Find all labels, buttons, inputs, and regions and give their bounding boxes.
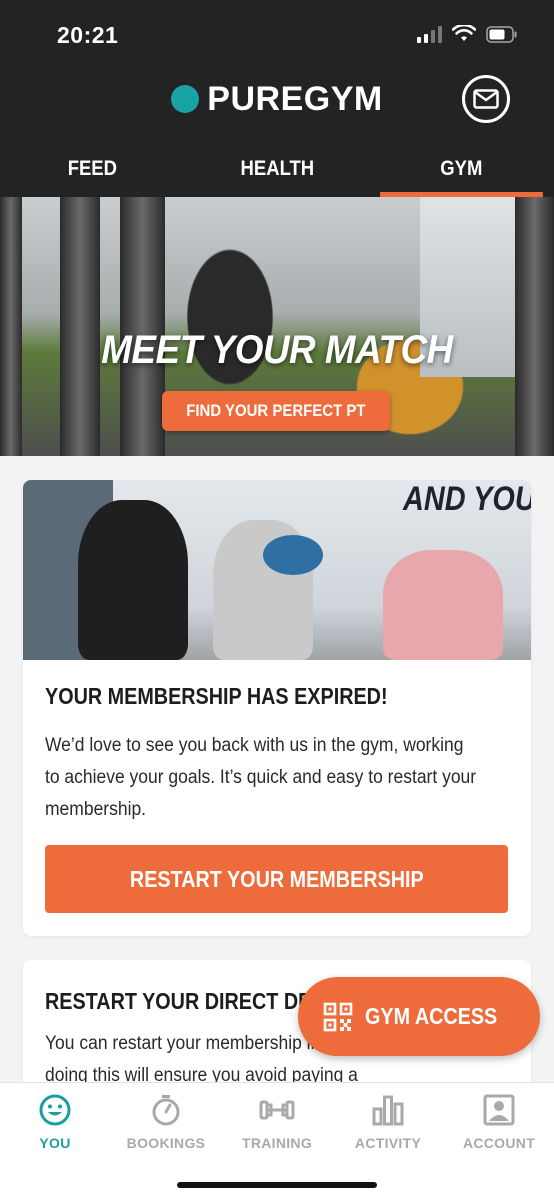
membership-card-body: We’d love to see you back with us in the… bbox=[45, 735, 477, 820]
nav-label-you: YOU bbox=[39, 1135, 71, 1151]
tab-feed[interactable]: FEED bbox=[11, 140, 174, 197]
hero-gym-pillar bbox=[120, 197, 165, 456]
status-icons bbox=[417, 25, 518, 43]
image-caption-text: AND YOU W bbox=[403, 480, 531, 518]
smiley-icon bbox=[39, 1094, 71, 1126]
home-indicator[interactable] bbox=[177, 1182, 377, 1188]
top-tabs: FEED HEALTH GYM bbox=[0, 140, 554, 197]
wifi-icon bbox=[452, 25, 476, 43]
hero-gym-pillar bbox=[60, 197, 100, 456]
restart-membership-button[interactable]: RESTART YOUR MEMBERSHIP bbox=[45, 845, 508, 913]
app-header: 20:21 PUREGYM FEED HEALTH GYM bbox=[0, 0, 554, 197]
nav-item-account[interactable]: ACCOUNT bbox=[444, 1093, 554, 1151]
mail-icon bbox=[473, 89, 499, 109]
nav-item-bookings[interactable]: BOOKINGS bbox=[111, 1093, 221, 1151]
membership-card-image: AND YOU W bbox=[23, 480, 531, 660]
membership-expired-card: AND YOU W YOUR MEMBERSHIP HAS EXPIRED! W… bbox=[23, 480, 531, 936]
cellular-signal-icon bbox=[417, 25, 442, 43]
account-icon bbox=[483, 1094, 515, 1126]
stopwatch-icon bbox=[152, 1095, 180, 1126]
nav-label-bookings: BOOKINGS bbox=[126, 1135, 206, 1151]
image-person bbox=[78, 500, 188, 660]
status-time: 20:21 bbox=[57, 22, 119, 48]
battery-icon bbox=[486, 25, 518, 43]
nav-label-account: ACCOUNT bbox=[462, 1135, 536, 1151]
gym-access-label: GYM ACCESS bbox=[365, 1003, 498, 1029]
nav-label-activity: ACTIVITY bbox=[354, 1135, 422, 1151]
find-pt-button-label: FIND YOUR PERFECT PT bbox=[186, 401, 366, 420]
nav-label-training: TRAINING bbox=[241, 1135, 313, 1151]
hero-title: MEET YOUR MATCH bbox=[101, 328, 453, 372]
messages-button[interactable] bbox=[462, 75, 510, 123]
image-sandbag bbox=[263, 535, 323, 575]
dumbbell-icon bbox=[259, 1100, 295, 1120]
nav-item-training[interactable]: TRAINING bbox=[222, 1093, 332, 1151]
nav-item-activity[interactable]: ACTIVITY bbox=[333, 1093, 443, 1151]
hero-gym-pillar bbox=[515, 197, 554, 456]
gym-access-button[interactable]: GYM ACCESS bbox=[298, 977, 540, 1056]
image-person bbox=[383, 550, 503, 660]
membership-card-title: YOUR MEMBERSHIP HAS EXPIRED! bbox=[45, 683, 388, 709]
nav-item-you[interactable]: YOU bbox=[0, 1093, 110, 1151]
hero-gym-pillar bbox=[0, 197, 22, 456]
tab-health[interactable]: HEALTH bbox=[196, 140, 359, 197]
brand-name: PUREGYM bbox=[207, 79, 383, 118]
status-bar: 20:21 bbox=[0, 0, 554, 72]
qr-code-icon bbox=[323, 1002, 353, 1031]
brand-dot-icon bbox=[171, 85, 200, 113]
bar-chart-icon bbox=[372, 1095, 404, 1126]
restart-membership-label: RESTART YOUR MEMBERSHIP bbox=[129, 865, 424, 892]
tab-gym[interactable]: GYM bbox=[380, 140, 543, 197]
find-pt-button[interactable]: FIND YOUR PERFECT PT bbox=[162, 391, 390, 431]
